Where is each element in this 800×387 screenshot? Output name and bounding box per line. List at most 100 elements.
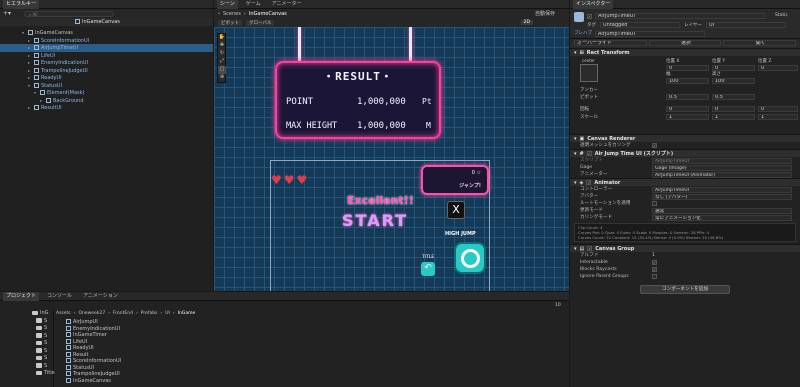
project-tree-item[interactable]: S [0,325,53,333]
animator-header[interactable]: ▾ ◈ ✓ Animator [570,178,800,186]
mode-2d-toggle[interactable]: 2D [520,20,533,25]
back-arrow-icon[interactable]: ‹ [218,11,220,17]
tab-inspector[interactable]: インスペクター [573,0,614,9]
select-button[interactable]: 選択 [648,40,722,46]
path-segment[interactable]: FrontEnd [113,310,133,318]
hierarchy-item[interactable]: ▸ ReadyUI [0,74,213,82]
width-field[interactable]: 100 [666,78,709,84]
project-file-item[interactable]: InGameCanvas [60,377,260,385]
project-tree-item[interactable]: InG [0,310,53,318]
tab-animator[interactable]: アニメーター [269,0,305,9]
hierarchy-item[interactable]: ▾ Element(Mask) [0,89,213,97]
project-tree-item[interactable]: S [0,355,53,363]
scale-z-field[interactable]: 1 [758,114,798,120]
gage-field[interactable]: Gage (Image) [652,164,792,171]
blocks-checkbox[interactable]: ✓ [652,267,657,272]
hierarchy-item[interactable]: ▸ ScoreInformationUI [0,37,213,45]
scene-root-row[interactable]: InGameCanvas [0,18,213,26]
tab-game[interactable]: ゲーム [243,0,264,9]
search-input[interactable]: ⌕ All [24,10,115,17]
object-name-field[interactable]: AirJumpTimeUI [595,13,765,19]
prefab-field[interactable]: AirJumpTimeUI [595,31,705,37]
hierarchy-item[interactable]: ▾ StatusUI [0,82,213,90]
project-tree-item[interactable]: S [0,318,53,326]
pos-z-field[interactable]: 0 [758,65,798,71]
path-separator: › [135,311,138,316]
path-segment[interactable]: InGame [178,310,196,318]
tab-console[interactable]: コンソール [44,292,75,301]
scale-y-field[interactable]: 1 [712,114,755,120]
folder-icon [36,363,42,368]
global-dropdown[interactable]: グローバル [246,19,275,26]
alpha-value[interactable]: 1 [652,252,655,259]
controller-field[interactable]: AirJumpTimeUI [652,186,792,193]
hierarchy-item[interactable]: ▸ EnemyIndicationUI [0,59,213,67]
interactable-checkbox[interactable]: ✓ [652,260,657,265]
canvas-renderer-header[interactable]: ▾ ▣ Canvas Renderer [570,134,800,142]
root-motion-checkbox[interactable] [652,201,657,206]
scene-viewport[interactable]: ✋ ✥ ↻ ⤢ ▢ ⊕ ・RESULT・ POINT 1,000,000 Pt … [214,27,569,291]
script-animator-field[interactable]: AirJumpTimeUI (Animator) [652,171,792,178]
add-component-button[interactable]: コンポーネントを追加 [640,285,730,294]
air-jump-timer[interactable] [454,242,486,274]
hand-tool-icon[interactable]: ✋ [218,34,226,42]
share-x-button[interactable]: X [447,201,465,219]
script-enabled-toggle[interactable]: ✓ [586,151,592,156]
animator-enabled-toggle[interactable]: ✓ [586,180,592,185]
hierarchy-item[interactable]: ▸ ResultUI [0,104,213,112]
breadcrumb-scenes[interactable]: Scenes [223,11,241,17]
ignore-parent-checkbox[interactable] [652,274,657,279]
tag-dropdown[interactable]: Untagged [600,22,680,28]
tab-project[interactable]: プロジェクト [3,291,40,301]
scale-x-field[interactable]: 1 [666,114,709,120]
anchor-label[interactable]: アンカー [580,87,598,93]
title-return-button[interactable]: ↶ [421,262,435,276]
rot-y-field[interactable]: 0 [712,106,755,112]
path-segment[interactable]: Assets [56,310,71,318]
breadcrumb-current[interactable]: InGameCanvas [249,11,287,17]
active-toggle[interactable]: ✓ [587,14,592,19]
hierarchy-item[interactable]: ▾ InGameCanvas [0,29,213,37]
canvas-group-enabled-toggle[interactable]: ✓ [587,246,593,251]
hierarchy-item[interactable]: ▸ LifeUI [0,52,213,60]
canvas-group-header[interactable]: ▾ ▤ ✓ Canvas Group [570,244,800,252]
rect-tool-icon[interactable]: ▢ [218,66,226,74]
pivot-x-field[interactable]: 0.5 [666,94,709,100]
rect-transform-header[interactable]: ▾ ⊞ Rect Transform [570,48,800,56]
cull-checkbox[interactable]: ✓ [652,143,657,148]
tab-hierarchy[interactable]: ヒエラルキー [3,0,40,9]
project-tree-item[interactable]: Title [0,370,55,378]
hierarchy-item[interactable]: ▸ TrampolineJudgeUI [0,67,213,75]
project-tree-item[interactable]: S [0,340,53,348]
height-field[interactable]: 100 [712,78,755,84]
hierarchy-item[interactable]: ▸ AirJumpTimeUI [0,44,213,52]
hierarchy-item[interactable]: ▸ BackGround [0,97,213,105]
layer-dropdown[interactable]: UI [706,22,786,28]
rot-x-field[interactable]: 0 [666,106,709,112]
pivot-dropdown[interactable]: ピボット [218,19,242,26]
open-button[interactable]: 開く [723,40,797,46]
anchor-preset-button[interactable] [580,64,598,82]
add-icon[interactable]: +▾ [3,10,11,17]
static-dropdown[interactable]: Static [775,13,788,18]
move-tool-icon[interactable]: ✥ [218,42,226,50]
project-tree-item[interactable]: S [0,363,53,371]
rot-z-field[interactable]: 0 [758,106,798,112]
override-dropdown[interactable]: オーバーライド [574,40,647,46]
avatar-field[interactable]: なし (アバター) [652,193,792,200]
project-tree-item[interactable]: S [0,348,53,356]
pivot-y-field[interactable]: 0.5 [712,94,755,100]
path-segment[interactable]: Oneweek27 [78,310,105,318]
transform-tool-icon[interactable]: ⊕ [218,74,226,82]
path-segment[interactable]: UI [165,310,170,318]
tab-animation[interactable]: アニメーション [80,292,121,301]
project-tree-item[interactable]: S [0,333,53,341]
pos-x-field[interactable]: 0 [666,65,709,71]
tab-scene[interactable]: シーン [217,0,238,9]
culling-mode-dropdown[interactable]: 常にアニメーション化 [652,214,792,221]
script-header[interactable]: ▾ # ✓ Air Jump Time UI (スクリプト) [570,149,800,157]
update-mode-dropdown[interactable]: 通常 [652,207,792,214]
rotate-tool-icon[interactable]: ↻ [218,50,226,58]
path-segment[interactable]: Prefabs [141,310,158,318]
scale-tool-icon[interactable]: ⤢ [218,58,226,66]
